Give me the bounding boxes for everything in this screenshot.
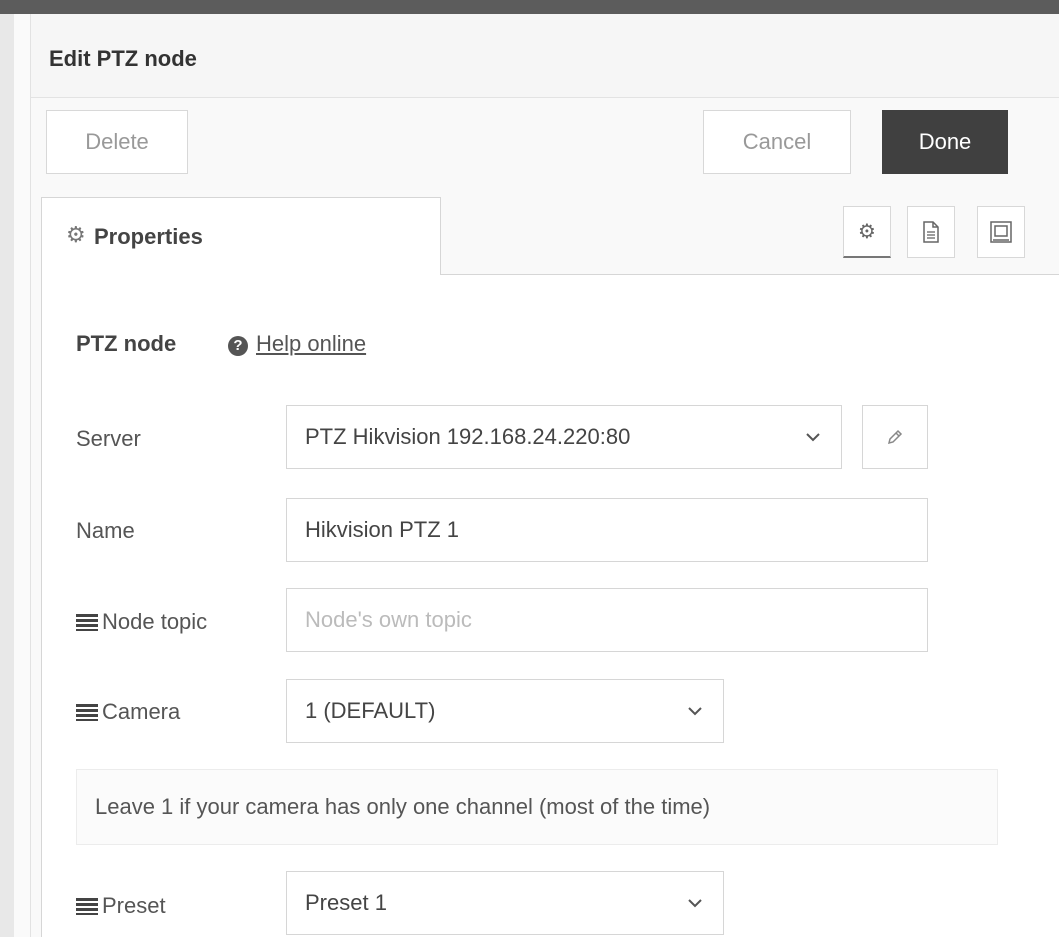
name-input[interactable]: Hikvision PTZ 1 [286, 498, 928, 562]
camera-tip-text: Leave 1 if your camera has only one chan… [95, 794, 711, 819]
section-title: PTZ node [76, 331, 177, 356]
properties-panel: PTZ node ? Help online Server PTZ Hikvisi… [41, 275, 1059, 937]
camera-label: Camera [76, 699, 180, 725]
workspace-edge [0, 14, 14, 937]
camera-select[interactable]: 1 (DEFAULT) [286, 679, 724, 743]
preset-label: Preset [76, 893, 166, 919]
document-icon [923, 221, 939, 243]
name-input-value: Hikvision PTZ 1 [305, 517, 460, 542]
gear-icon: ⚙ [66, 222, 86, 247]
chevron-down-icon [805, 426, 821, 448]
tab-properties[interactable]: ⚙ Properties [41, 197, 441, 275]
settings-tab-button[interactable]: ⚙ [843, 206, 891, 258]
done-button[interactable]: Done [882, 110, 1008, 174]
help-online-link[interactable]: Help online [256, 331, 366, 356]
appearance-tab-button[interactable] [977, 206, 1025, 258]
gear-icon: ⚙ [858, 221, 876, 243]
delete-button[interactable]: Delete [46, 110, 188, 174]
camera-label-text: Camera [102, 699, 181, 724]
server-select[interactable]: PTZ Hikvision 192.168.24.220:80 [286, 405, 842, 469]
window-top-bar [0, 0, 1059, 14]
dialog-header: Edit PTZ node [31, 14, 1059, 98]
node-topic-placeholder: Node's own topic [305, 607, 472, 632]
server-label: Server [76, 426, 141, 451]
node-topic-label-text: Node topic [102, 609, 208, 634]
camera-tip: Leave 1 if your camera has only one chan… [76, 769, 998, 845]
tab-properties-label: Properties [94, 224, 203, 249]
camera-select-value: 1 (DEFAULT) [305, 698, 436, 723]
chevron-down-icon [687, 892, 703, 914]
list-icon [76, 897, 98, 915]
preset-select-value: Preset 1 [305, 890, 387, 915]
preset-select[interactable]: Preset 1 [286, 871, 724, 935]
dialog-title: Edit PTZ node [49, 46, 197, 71]
list-icon [76, 613, 98, 631]
edit-dialog: Edit PTZ node Delete Cancel Done ⚙ Prope… [30, 14, 1059, 937]
cancel-button[interactable]: Cancel [703, 110, 851, 174]
node-topic-input[interactable]: Node's own topic [286, 588, 928, 652]
pencil-icon [887, 429, 903, 445]
help-online: ? Help online [228, 331, 366, 357]
frame-icon [990, 221, 1012, 243]
chevron-down-icon [687, 700, 703, 722]
list-icon [76, 703, 98, 721]
server-select-value: PTZ Hikvision 192.168.24.220:80 [305, 424, 631, 449]
name-label: Name [76, 518, 135, 543]
question-circle-icon: ? [228, 336, 248, 356]
edit-server-button[interactable] [862, 405, 928, 469]
description-tab-button[interactable] [907, 206, 955, 258]
preset-label-text: Preset [102, 893, 166, 918]
node-topic-label: Node topic [76, 609, 207, 635]
